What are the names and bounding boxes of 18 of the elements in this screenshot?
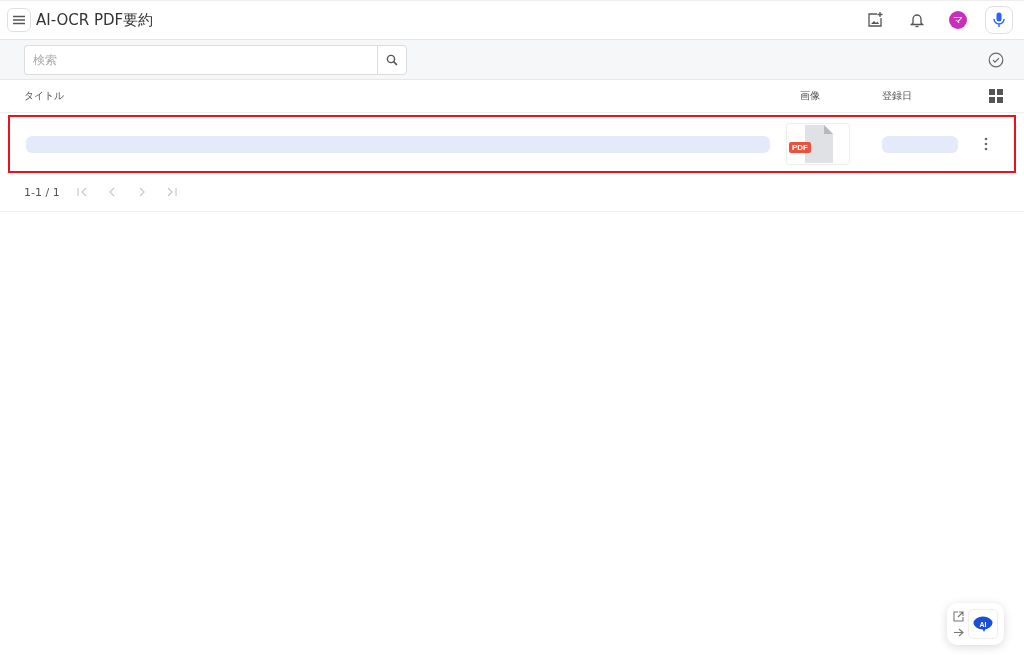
menu-icon <box>13 15 25 25</box>
pdf-label: PDF <box>789 142 811 153</box>
menu-button[interactable] <box>7 8 31 32</box>
column-header: 登録日 <box>881 89 913 103</box>
microphone-button[interactable] <box>985 6 1013 34</box>
search-icon <box>386 53 398 66</box>
external-link-icon[interactable] <box>953 610 964 622</box>
search-field[interactable]: 検索 <box>24 44 377 75</box>
arrow-right-icon[interactable] <box>953 626 964 638</box>
microphone-icon <box>993 12 1005 28</box>
column-header: 画像 <box>799 89 821 103</box>
app-title: AI-OCR PDF要約 <box>36 10 155 30</box>
search-button[interactable] <box>377 44 407 75</box>
table-row[interactable]: PDF <box>8 115 1016 173</box>
pagination-range: 1-1 / 1 <box>24 185 60 199</box>
user-avatar[interactable]: マ <box>949 11 967 29</box>
column-header: タイトル <box>24 89 65 103</box>
speech-bubble-icon <box>973 616 993 632</box>
